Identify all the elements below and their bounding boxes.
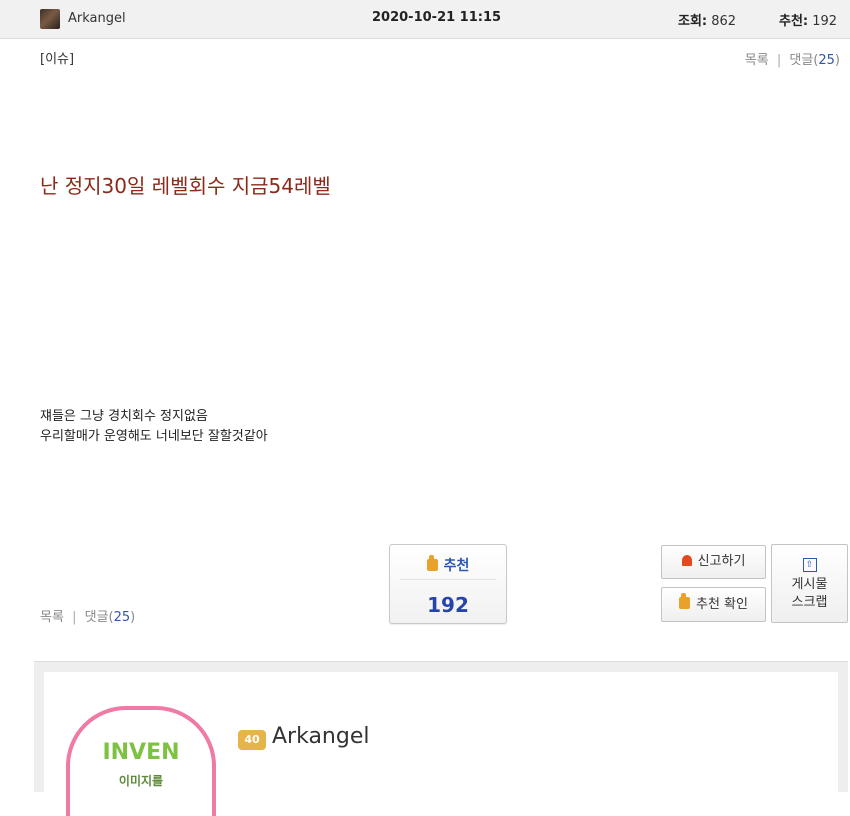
scrap-label-2: 스크랩	[791, 595, 828, 610]
profile-image: INVEN 이미지를	[66, 706, 216, 816]
body-line: 우리할매가 운영해도 너네보단 잘할것같아	[40, 429, 268, 444]
post-title: 난 정지30일 레벨회수 지금54레벨	[40, 174, 331, 198]
comments-suffix: )	[834, 53, 840, 68]
post-body: 쟤들은 그냥 경치회수 정지없음 우리할매가 운영해도 너네보단 잘할것같아	[40, 407, 268, 447]
top-links: 목록 | 댓글(25)	[745, 49, 840, 68]
list-link[interactable]: 목록	[745, 53, 769, 68]
avatar[interactable]	[40, 9, 60, 29]
comments-prefix: 댓글(	[789, 53, 819, 68]
alarm-icon	[681, 555, 692, 566]
comments-prefix: 댓글(	[84, 610, 114, 625]
profile-name[interactable]: Arkangel	[272, 724, 370, 749]
recommend-divider	[400, 579, 496, 580]
author-profile: INVEN 이미지를 40 Arkangel	[34, 661, 848, 816]
rec-count-value: 192	[812, 14, 838, 29]
view-count-label: 조회:	[678, 14, 708, 29]
level-badge: 40	[238, 730, 266, 750]
view-count-value: 862	[711, 14, 737, 29]
recommend-label-row: 추천	[390, 555, 506, 575]
comments-count: 25	[818, 53, 835, 68]
scrap-label-1: 게시물	[791, 577, 828, 592]
rec-count: 추천: 192	[779, 10, 837, 29]
recommend-button[interactable]: 추천 192	[389, 544, 507, 624]
category-tag: [이슈]	[40, 52, 75, 67]
scrap-button[interactable]: ⇧ 게시물 스크랩	[771, 544, 848, 623]
profile-image-caption: 이미지를	[118, 774, 164, 788]
comments-count: 25	[113, 610, 131, 625]
comments-suffix: )	[130, 610, 136, 625]
recommend-label: 추천	[443, 558, 470, 574]
thumbs-up-icon	[679, 593, 690, 609]
recommend-check-button[interactable]: 추천 확인	[661, 587, 766, 622]
report-label: 신고하기	[697, 554, 746, 569]
post-header: Arkangel 2020-10-21 11:15 조회: 862 추천: 19…	[0, 0, 850, 39]
post-datetime: 2020-10-21 11:15	[372, 10, 502, 25]
link-separator: |	[72, 610, 77, 625]
comments-link[interactable]: 댓글(25)	[789, 53, 840, 68]
report-button[interactable]: 신고하기	[661, 545, 766, 579]
body-line: 쟤들은 그냥 경치회수 정지없음	[40, 409, 208, 424]
view-count: 조회: 862	[678, 10, 736, 29]
link-separator: |	[776, 53, 782, 68]
recommend-count: 192	[427, 593, 469, 617]
inven-logo: INVEN	[102, 740, 180, 765]
list-link[interactable]: 목록	[40, 610, 64, 625]
rec-count-label: 추천:	[779, 14, 809, 29]
author-name[interactable]: Arkangel	[68, 11, 126, 26]
comments-link[interactable]: 댓글(25)	[85, 610, 136, 625]
scrap-icon: ⇧	[802, 558, 817, 572]
bottom-links: 목록 | 댓글(25)	[40, 606, 135, 625]
thumbs-up-icon	[426, 555, 438, 571]
recommend-check-label: 추천 확인	[696, 597, 748, 612]
